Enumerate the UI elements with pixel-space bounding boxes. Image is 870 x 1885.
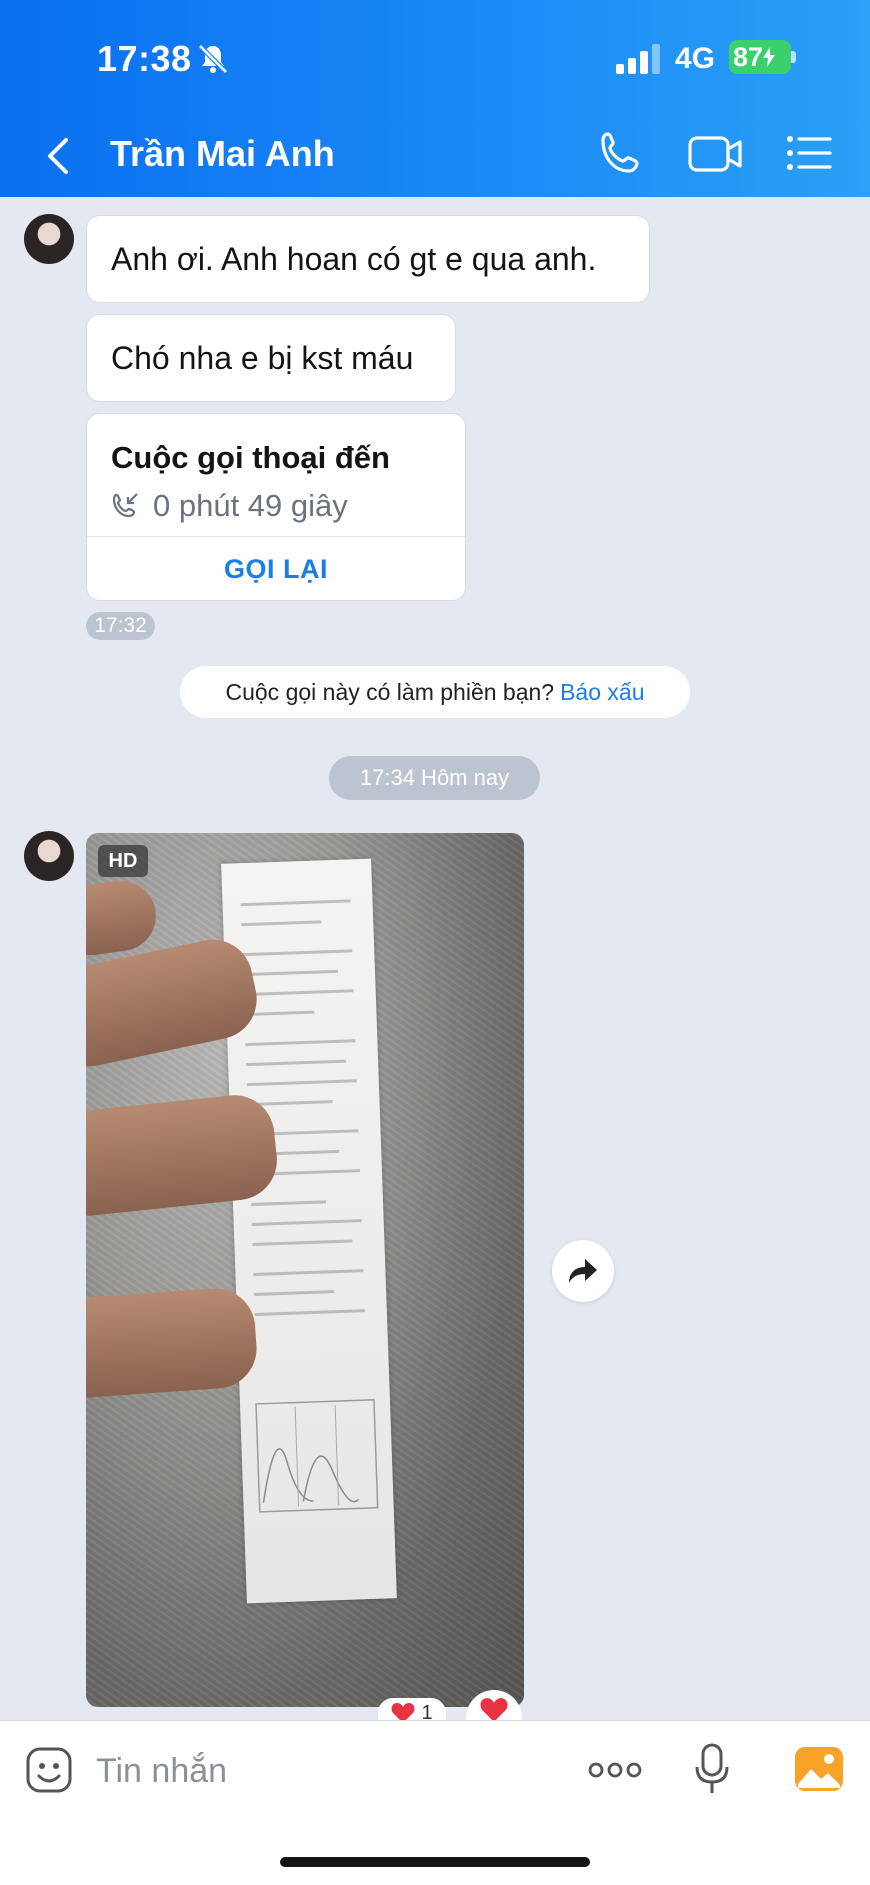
incoming-call-icon: [112, 493, 138, 518]
call-duration-row: 0 phút 49 giây: [111, 488, 348, 524]
charging-bolt-icon: [763, 47, 776, 67]
date-divider: 17:34 Hôm nay: [329, 756, 540, 800]
contact-avatar[interactable]: [24, 214, 74, 264]
home-indicator: [280, 1857, 590, 1867]
callback-button[interactable]: GỌI LẠI: [87, 537, 465, 601]
video-camera-icon[interactable]: [688, 132, 744, 176]
hand-finger: [86, 876, 161, 960]
message-text: Anh ơi. Anh hoan có gt e qua anh.: [111, 240, 597, 277]
feedback-question: Cuộc gọi này có làm phiền bạn?: [225, 678, 555, 705]
back-arrow-icon[interactable]: [40, 134, 76, 178]
battery-cap: [791, 51, 796, 63]
gallery-icon[interactable]: [794, 1746, 844, 1792]
incoming-call-card[interactable]: Cuộc gọi thoại đến 0 phút 49 giây GỌI LẠ…: [86, 413, 466, 601]
microphone-icon[interactable]: [694, 1743, 730, 1795]
hand-finger: [86, 1285, 260, 1401]
list-menu-icon[interactable]: [786, 134, 832, 172]
phone-icon[interactable]: [598, 130, 644, 176]
hd-badge: HD: [98, 845, 148, 877]
contact-name[interactable]: Trần Mai Anh: [110, 133, 335, 175]
message-input[interactable]: [96, 1743, 556, 1799]
call-feedback-prompt: Cuộc gọi này có làm phiền bạn? Báo xấu: [180, 666, 690, 718]
forward-icon: [569, 1259, 597, 1283]
status-time: 17:38: [97, 38, 192, 79]
message-bubble[interactable]: Anh ơi. Anh hoan có gt e qua anh.: [86, 215, 650, 303]
receipt-histogram: [255, 1399, 379, 1513]
report-link[interactable]: Báo xấu: [560, 679, 644, 706]
photo-message[interactable]: HD: [86, 833, 524, 1707]
chat-header: 17:38 4G 87 Trần Mai Anh: [0, 0, 870, 197]
message-bubble[interactable]: Chó nha e bị kst máu: [86, 314, 456, 402]
bell-muted-icon: [198, 44, 228, 74]
battery-level: 87: [733, 41, 764, 72]
battery-indicator: 87: [729, 40, 791, 74]
message-time: 17:32: [86, 612, 155, 640]
network-type: 4G: [675, 42, 716, 75]
message-text: Chó nha e bị kst máu: [111, 339, 414, 376]
forward-button[interactable]: [552, 1240, 614, 1302]
more-options-icon[interactable]: [588, 1759, 642, 1781]
contact-avatar[interactable]: [24, 831, 74, 881]
signal-icon: [616, 44, 660, 74]
call-title: Cuộc gọi thoại đến: [111, 440, 390, 475]
call-duration: 0 phút 49 giây: [153, 488, 348, 523]
sticker-icon[interactable]: [25, 1746, 73, 1794]
